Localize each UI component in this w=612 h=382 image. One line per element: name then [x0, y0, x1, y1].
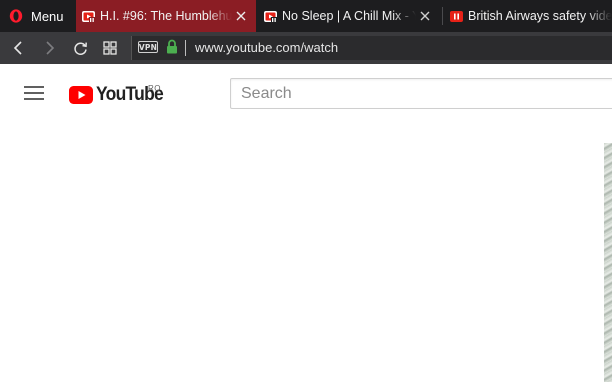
- tab-strip: Menu H.I. #96: The Humblehug - No Sleep …: [0, 0, 612, 32]
- menu-label: Menu: [31, 8, 64, 24]
- video-player-area[interactable]: [0, 122, 612, 382]
- youtube-play-logo-icon: [69, 86, 93, 104]
- tab-title: British Airways safety video: [468, 9, 612, 23]
- grid-icon: [103, 41, 117, 55]
- youtube-favicon-icon: [82, 10, 95, 23]
- url-text[interactable]: www.youtube.com/watch: [195, 40, 338, 56]
- search-box: [230, 78, 612, 109]
- back-button[interactable]: [10, 39, 28, 57]
- tab-humblehug[interactable]: H.I. #96: The Humblehug -: [76, 0, 256, 32]
- close-tab-icon[interactable]: [416, 7, 434, 25]
- reload-button[interactable]: [71, 39, 89, 57]
- url-divider: [185, 40, 186, 56]
- search-input[interactable]: [231, 79, 612, 108]
- vpn-badge[interactable]: VPN: [138, 41, 158, 53]
- youtube-favicon-icon: [264, 10, 277, 23]
- speed-dial-button[interactable]: [101, 39, 119, 57]
- tab-no-sleep[interactable]: No Sleep | A Chill Mix - You: [258, 0, 440, 32]
- tab-separator: [442, 7, 443, 25]
- lock-icon[interactable]: [166, 39, 178, 54]
- reload-icon: [73, 42, 87, 55]
- opera-menu-button[interactable]: Menu: [0, 0, 70, 32]
- region-code: RO: [148, 84, 161, 93]
- opera-logo-icon: [9, 9, 23, 23]
- guide-menu-icon[interactable]: [24, 86, 44, 102]
- tab-title: No Sleep | A Chill Mix - You: [282, 9, 416, 23]
- back-arrow-icon: [13, 41, 22, 55]
- close-tab-icon[interactable]: [232, 7, 250, 25]
- tab-title: H.I. #96: The Humblehug -: [100, 9, 232, 23]
- youtube-pause-favicon-icon: [450, 10, 463, 22]
- thumbnail-edge[interactable]: [604, 143, 612, 382]
- tab-british-airways[interactable]: British Airways safety video: [444, 0, 612, 32]
- forward-arrow-icon: [46, 41, 55, 55]
- forward-button[interactable]: [40, 39, 58, 57]
